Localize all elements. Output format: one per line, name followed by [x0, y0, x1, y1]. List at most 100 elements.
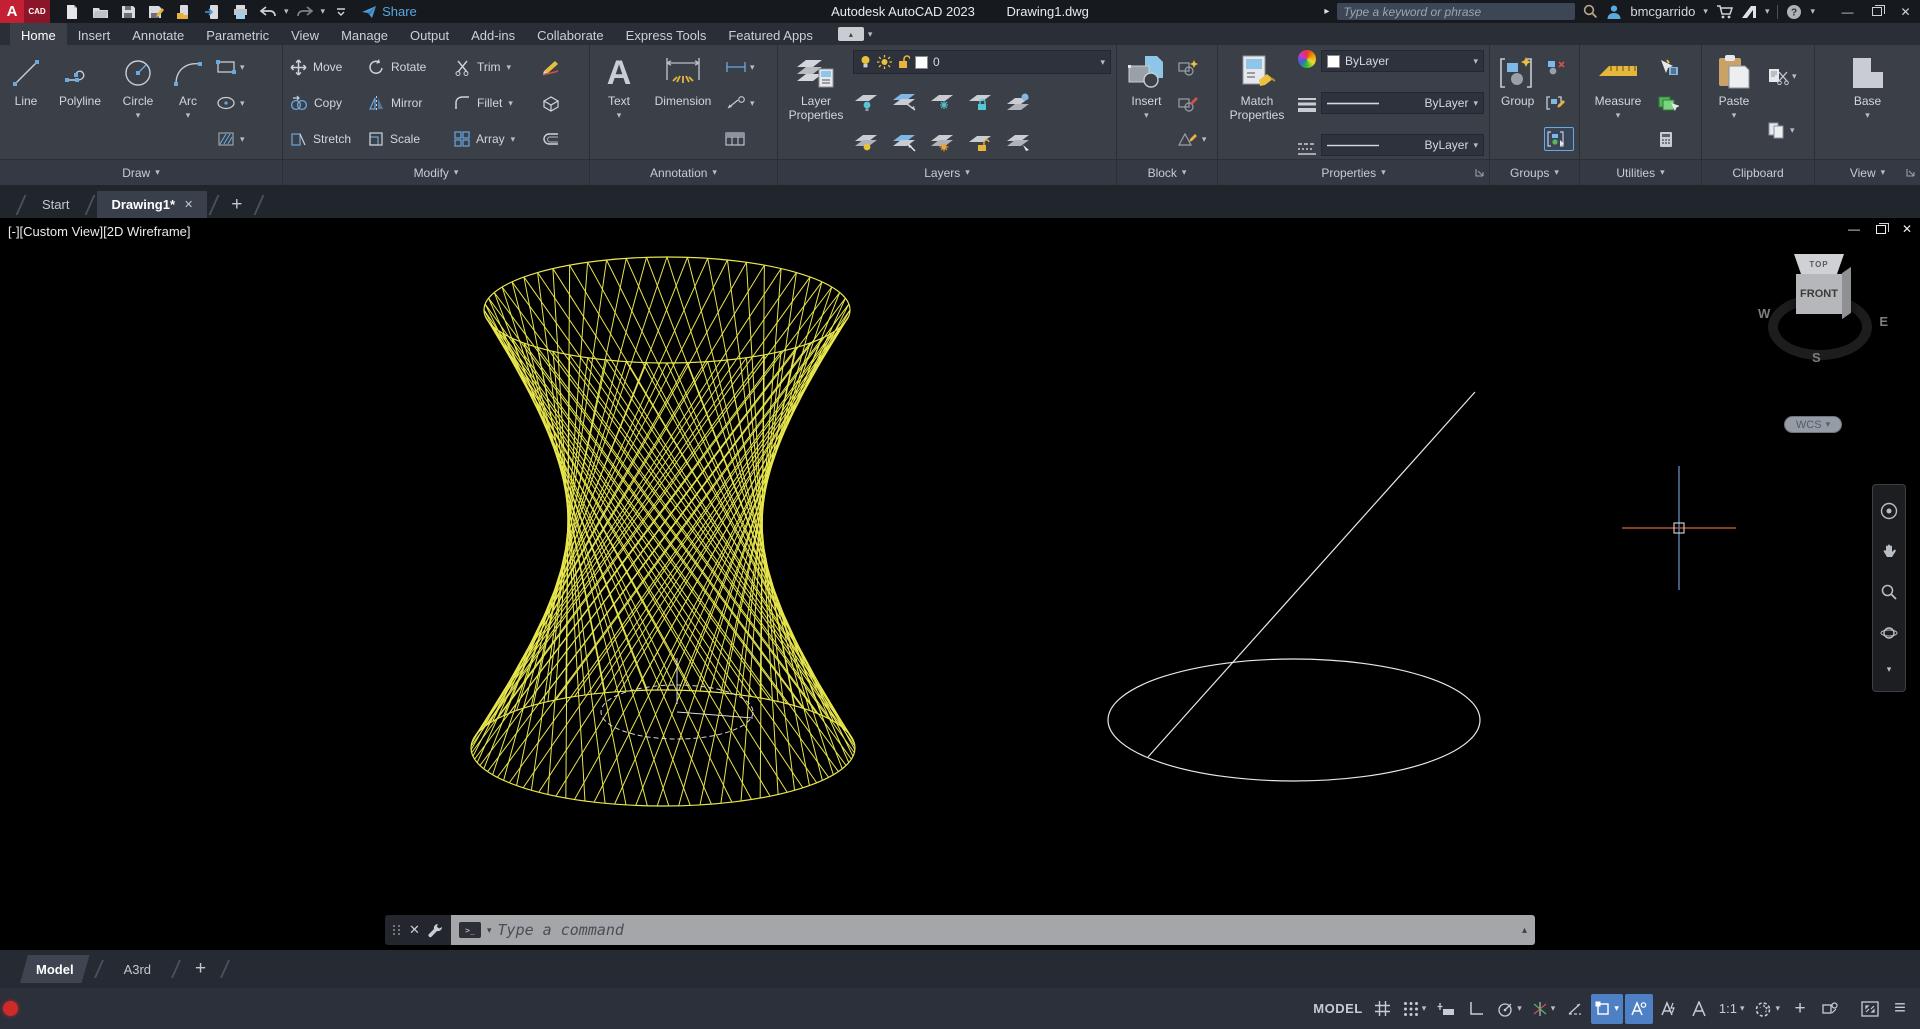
- command-history-caret[interactable]: ▴: [1522, 925, 1527, 936]
- layer-selector-dropdown[interactable]: 0 ▾: [853, 50, 1111, 74]
- ribbon-tab-annotate[interactable]: Annotate: [121, 23, 195, 45]
- customization-menu-button[interactable]: ≡: [1886, 994, 1914, 1024]
- autodesk-menu-caret[interactable]: ▾: [1765, 7, 1770, 16]
- layer-color-swatch[interactable]: [915, 56, 928, 69]
- ortho-mode-toggle[interactable]: [1462, 994, 1490, 1024]
- leader-dropdown-caret[interactable]: ▾: [750, 99, 755, 108]
- layer-lock-button[interactable]: [967, 92, 997, 112]
- dimension-button[interactable]: Dimension: [645, 47, 721, 159]
- navigation-wheel-icon[interactable]: [1880, 502, 1898, 520]
- save-as-button[interactable]: [144, 2, 168, 22]
- isodraft-toggle[interactable]: ▾: [1528, 994, 1560, 1024]
- workspace-switching-button[interactable]: ▾: [1750, 994, 1784, 1024]
- offset-button[interactable]: [540, 132, 562, 146]
- new-drawing-tab-button[interactable]: +: [231, 194, 242, 216]
- paste-dropdown-caret[interactable]: ▾: [1732, 111, 1737, 120]
- array-dropdown-caret[interactable]: ▾: [511, 135, 516, 144]
- model-space-toggle[interactable]: MODEL: [1309, 994, 1366, 1024]
- snap-mode-toggle[interactable]: ▾: [1399, 994, 1431, 1024]
- command-line-close-icon[interactable]: ✕: [409, 922, 420, 938]
- select-similar-button[interactable]: [1655, 91, 1693, 115]
- base-view-caret[interactable]: ▾: [1865, 111, 1870, 120]
- redo-button[interactable]: [293, 2, 317, 22]
- layer-thaw-sun-icon[interactable]: [877, 55, 892, 69]
- edit-block-button[interactable]: [1175, 91, 1212, 115]
- layer-unlock-button[interactable]: [967, 133, 997, 153]
- layer-properties-button[interactable]: Layer Properties: [781, 47, 851, 159]
- command-line-bar[interactable]: ✕ >_ ▾ ▴: [385, 915, 1535, 945]
- user-menu-caret[interactable]: ▾: [1703, 7, 1708, 16]
- object-color-dropdown[interactable]: ByLayer ▾: [1321, 50, 1484, 72]
- ribbon-tab-featured-apps[interactable]: Featured Apps: [717, 23, 824, 45]
- text-dropdown-caret[interactable]: ▾: [617, 111, 622, 120]
- hatch-dropdown-caret[interactable]: ▾: [240, 135, 245, 144]
- command-line-grip[interactable]: [393, 925, 401, 935]
- linear-dimension-button[interactable]: ▾: [723, 55, 771, 79]
- panel-label-utilities[interactable]: Utilities▾: [1580, 159, 1701, 185]
- panel-label-groups[interactable]: Groups▾: [1490, 159, 1579, 185]
- drawing-canvas[interactable]: [-][Custom View][2D Wireframe] — ✕ W E S…: [0, 218, 1920, 950]
- ribbon-tab-insert[interactable]: Insert: [67, 23, 122, 45]
- user-avatar-icon[interactable]: [1606, 4, 1622, 19]
- search-input[interactable]: [1343, 5, 1569, 19]
- navbar-more-caret[interactable]: ▾: [1887, 665, 1892, 674]
- save-button[interactable]: [116, 2, 140, 22]
- object-snap-toggle[interactable]: ▾: [1591, 994, 1623, 1024]
- measure-dropdown-caret[interactable]: ▾: [1616, 111, 1621, 120]
- isodraft-settings-caret[interactable]: ▾: [1551, 1004, 1556, 1013]
- viewcube-east-label[interactable]: E: [1879, 314, 1888, 329]
- autodesk-logo-icon[interactable]: [1741, 5, 1757, 19]
- mirror-button[interactable]: Mirror: [368, 95, 454, 111]
- isolate-objects-button[interactable]: [1816, 994, 1844, 1024]
- snap-settings-caret[interactable]: ▾: [1422, 1004, 1427, 1013]
- viewcube-top-face[interactable]: TOP: [1794, 254, 1844, 274]
- viewport-restore-icon[interactable]: [1876, 225, 1886, 234]
- arc-button[interactable]: Arc ▾: [165, 47, 211, 159]
- move-button[interactable]: Move: [290, 59, 368, 76]
- open-from-web-button[interactable]: [172, 2, 196, 22]
- file-tab-close-icon[interactable]: ✕: [184, 198, 193, 211]
- layer-unlock-icon[interactable]: [897, 55, 910, 69]
- ucs-menu-button[interactable]: WCS ▾: [1784, 416, 1842, 433]
- ribbon-display-options-caret[interactable]: ▾: [868, 30, 873, 39]
- model-space-drawing[interactable]: [0, 218, 1920, 950]
- polar-tracking-toggle[interactable]: ▾: [1492, 994, 1526, 1024]
- object-snap-caret[interactable]: ▾: [1614, 1004, 1619, 1013]
- panel-label-block[interactable]: Block▾: [1117, 159, 1217, 185]
- view-dialog-launcher-icon[interactable]: [1906, 168, 1915, 177]
- trim-button[interactable]: Trim▾: [454, 59, 540, 76]
- group-edit-button[interactable]: [1544, 91, 1574, 115]
- app-store-cart-icon[interactable]: [1716, 4, 1733, 19]
- linetype-icon[interactable]: [1297, 142, 1317, 156]
- fillet-button[interactable]: Fillet▾: [454, 95, 540, 111]
- customize-quick-access-button[interactable]: [329, 2, 353, 22]
- trim-dropdown-caret[interactable]: ▾: [507, 63, 512, 72]
- command-prompt-icon[interactable]: >_: [459, 922, 481, 938]
- ribbon-tab-home[interactable]: Home: [10, 23, 67, 45]
- zoom-icon[interactable]: [1880, 583, 1898, 601]
- command-line-customize-wrench-icon[interactable]: [428, 923, 443, 938]
- ribbon-tab-addins[interactable]: Add-ins: [460, 23, 526, 45]
- scale-button[interactable]: Scale: [368, 131, 454, 147]
- cut-button[interactable]: ▾: [1765, 64, 1807, 88]
- username-label[interactable]: bmcgarrido: [1630, 4, 1695, 19]
- rotate-button[interactable]: Rotate: [368, 59, 454, 76]
- pan-icon[interactable]: [1880, 543, 1898, 561]
- command-input-field[interactable]: >_ ▾ ▴: [451, 915, 1535, 945]
- lineweight-icon[interactable]: [1297, 97, 1317, 113]
- layout-tab-a3rd[interactable]: A3rd: [108, 955, 167, 983]
- hatch-button[interactable]: ▾: [213, 127, 269, 151]
- recent-commands-caret[interactable]: ▾: [487, 926, 492, 935]
- insert-dropdown-caret[interactable]: ▾: [1144, 111, 1149, 120]
- copy-clip-caret[interactable]: ▾: [1790, 126, 1795, 135]
- layer-isolate-button[interactable]: [891, 92, 921, 112]
- insert-block-button[interactable]: Insert ▾: [1120, 47, 1173, 159]
- stretch-button[interactable]: Stretch: [290, 131, 368, 147]
- open-file-button[interactable]: [88, 2, 112, 22]
- ribbon-tab-manage[interactable]: Manage: [330, 23, 399, 45]
- rectangle-dropdown-caret[interactable]: ▾: [240, 63, 245, 72]
- polyline-button[interactable]: Polyline: [49, 47, 111, 159]
- linear-dimension-caret[interactable]: ▾: [750, 63, 755, 72]
- panel-label-draw[interactable]: Draw▾: [0, 159, 282, 185]
- panel-label-view[interactable]: View▾: [1815, 159, 1920, 185]
